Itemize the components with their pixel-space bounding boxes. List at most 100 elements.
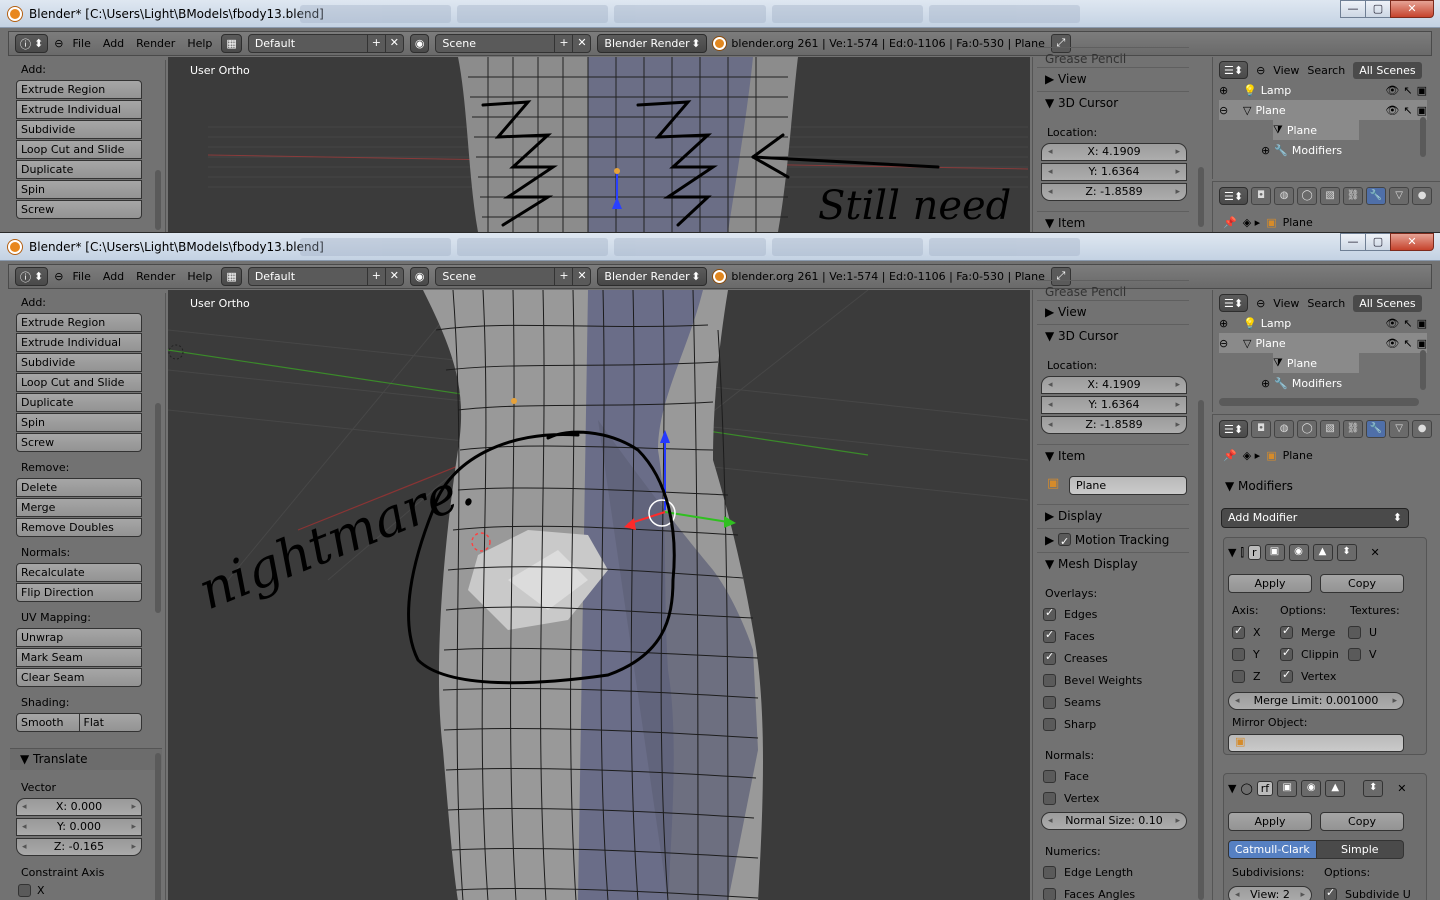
- option-clipping-row[interactable]: Clippin: [1280, 646, 1339, 661]
- properties-scrollbar[interactable]: [1198, 400, 1204, 900]
- delete-scene-icon[interactable]: ✕: [572, 35, 590, 52]
- mirror-object-field[interactable]: ▣: [1228, 734, 1404, 752]
- mirror-apply-button[interactable]: Apply: [1228, 574, 1312, 593]
- scene-icon[interactable]: ◉: [409, 34, 430, 53]
- cursor-z-field[interactable]: Z: -1.8589: [1041, 416, 1187, 434]
- numeric-face-angles-checkbox[interactable]: [1043, 888, 1056, 900]
- close-button[interactable]: ✕: [1390, 233, 1434, 251]
- extrude-region-button[interactable]: Extrude Region: [16, 80, 142, 99]
- overlay-bevel-weights-row[interactable]: Bevel Weights: [1043, 674, 1142, 687]
- constraint-x-checkbox[interactable]: [18, 884, 31, 897]
- axis-y-row[interactable]: Y: [1232, 648, 1260, 661]
- outliner-scope-select[interactable]: All Scenes: [1353, 61, 1422, 79]
- 3d-viewport[interactable]: User Ortho: [168, 57, 1030, 232]
- texture-v-row[interactable]: V: [1348, 648, 1377, 661]
- tab-object-icon[interactable]: ▧: [1320, 420, 1341, 438]
- render-engine-select[interactable]: Blender Render ⬍: [597, 267, 708, 286]
- overlay-creases-checkbox[interactable]: [1043, 650, 1056, 665]
- tool-shelf-scrollbar[interactable]: [155, 170, 161, 230]
- overlay-seams-checkbox[interactable]: [1043, 696, 1056, 709]
- panel-3d-cursor[interactable]: ▼ 3D Cursor: [1037, 324, 1189, 346]
- cursor-x-field[interactable]: X: 4.1909: [1041, 376, 1187, 394]
- add-scene-icon[interactable]: +: [554, 268, 572, 285]
- tab-scene-icon[interactable]: ◍: [1274, 187, 1295, 205]
- outliner-row-plane-mesh[interactable]: ⧩ Plane: [1273, 353, 1359, 373]
- move-up-down-icon[interactable]: ⬍: [1336, 544, 1357, 561]
- panel-view[interactable]: ▶ View: [1037, 67, 1189, 89]
- subdivide-uv-checkbox[interactable]: [1324, 886, 1337, 900]
- panel-view[interactable]: ▶ View: [1037, 300, 1189, 322]
- visibility-eye-icon[interactable]: 👁: [1385, 337, 1399, 350]
- mark-seam-button[interactable]: Mark Seam: [16, 648, 142, 667]
- maximize-button[interactable]: ▢: [1365, 0, 1391, 18]
- editor-type-selector[interactable]: ⓘ ⬍: [15, 34, 49, 53]
- option-clipping-checkbox[interactable]: [1280, 646, 1293, 661]
- outliner-collapse-icon[interactable]: ⊖: [1256, 297, 1265, 310]
- option-vertex-checkbox[interactable]: [1280, 668, 1293, 683]
- outliner-collapse-icon[interactable]: ⊖: [1256, 64, 1265, 77]
- overlay-bevel-weights-checkbox[interactable]: [1043, 674, 1056, 687]
- select-arrow-icon[interactable]: ↖: [1403, 337, 1412, 350]
- panel-grease-pencil[interactable]: Grease Pencil: [1037, 47, 1189, 69]
- select-arrow-icon[interactable]: ↖: [1403, 84, 1412, 97]
- screen-layout-field[interactable]: Default + ✕: [247, 267, 404, 286]
- move-up-down-icon[interactable]: ⬍: [1363, 780, 1384, 797]
- axis-y-checkbox[interactable]: [1232, 648, 1245, 661]
- menu-help[interactable]: Help: [184, 270, 215, 283]
- overlay-edges-checkbox[interactable]: [1043, 606, 1056, 621]
- delete-layout-icon[interactable]: ✕: [384, 35, 403, 52]
- collapse-menu-icon[interactable]: ⊖: [54, 37, 63, 50]
- normal-size-field[interactable]: Normal Size: 0.10: [1041, 812, 1187, 830]
- menu-add[interactable]: Add: [100, 37, 127, 50]
- visibility-eye-icon[interactable]: 👁: [1385, 104, 1399, 117]
- tab-material-icon[interactable]: ●: [1412, 420, 1433, 438]
- overlay-faces-checkbox[interactable]: [1043, 628, 1056, 643]
- outliner-menu-view[interactable]: View: [1273, 297, 1299, 310]
- tab-data-icon[interactable]: ▽: [1389, 420, 1410, 438]
- outliner-row-plane[interactable]: ⊖ ▽ Plane 👁 ↖ ▣: [1219, 333, 1427, 353]
- recalculate-button[interactable]: Recalculate: [16, 563, 142, 582]
- tab-modifiers-icon[interactable]: 🔧: [1366, 420, 1387, 438]
- minimize-button[interactable]: —: [1340, 0, 1366, 18]
- catmull-clark-toggle[interactable]: Catmull-Clark: [1228, 840, 1317, 859]
- menu-file[interactable]: File: [69, 270, 93, 283]
- tab-constraints-icon[interactable]: ⛓: [1343, 420, 1364, 438]
- loop-cut-button[interactable]: Loop Cut and Slide: [16, 140, 142, 159]
- select-arrow-icon[interactable]: ↖: [1403, 317, 1412, 330]
- outliner-row-modifiers[interactable]: ⊕ 🔧 Modifiers: [1261, 140, 1361, 160]
- loop-cut-button[interactable]: Loop Cut and Slide: [16, 373, 142, 392]
- screen-layout-field[interactable]: Default + ✕: [247, 34, 404, 53]
- panel-mesh-display[interactable]: ▼ Mesh Display: [1037, 552, 1189, 574]
- texture-v-checkbox[interactable]: [1348, 648, 1361, 661]
- outliner-hscrollbar[interactable]: [1219, 398, 1419, 406]
- axis-x-checkbox[interactable]: [1232, 624, 1245, 639]
- duplicate-button[interactable]: Duplicate: [16, 393, 142, 412]
- axis-x-row[interactable]: X: [1232, 624, 1261, 639]
- cursor-y-field[interactable]: Y: 1.6364: [1041, 396, 1187, 414]
- properties-scrollbar[interactable]: [1198, 167, 1204, 227]
- panel-item[interactable]: ▼ Item: [1037, 211, 1189, 232]
- extrude-region-button[interactable]: Extrude Region: [16, 313, 142, 332]
- outliner-row-modifiers[interactable]: ⊕ 🔧 Modifiers: [1261, 373, 1361, 393]
- subsurf-view-levels-field[interactable]: View: 2: [1228, 886, 1312, 900]
- overlay-sharp-row[interactable]: Sharp: [1043, 718, 1096, 731]
- maximize-button[interactable]: ▢: [1365, 233, 1391, 251]
- normal-face-row[interactable]: Face: [1043, 770, 1089, 783]
- screen-layout-icon[interactable]: ▦: [221, 267, 242, 286]
- subdivide-button[interactable]: Subdivide: [16, 353, 142, 372]
- mirror-name-field[interactable]: r: [1248, 545, 1261, 560]
- scene-icon[interactable]: ◉: [409, 267, 430, 286]
- delete-button[interactable]: Delete: [16, 478, 142, 497]
- operator-panel-translate[interactable]: ▼ Translate: [10, 748, 162, 770]
- outliner-menu-search[interactable]: Search: [1307, 297, 1345, 310]
- smooth-button[interactable]: Smooth: [16, 713, 80, 732]
- render-camera-icon[interactable]: ▣: [1417, 317, 1427, 330]
- delete-layout-icon[interactable]: ✕: [384, 268, 403, 285]
- option-vertex-row[interactable]: Vertex: [1280, 668, 1336, 683]
- tab-world-icon[interactable]: ◯: [1297, 187, 1318, 205]
- overlay-creases-row[interactable]: Creases: [1043, 650, 1108, 665]
- normal-vertex-row[interactable]: Vertex: [1043, 792, 1099, 805]
- visibility-eye-icon[interactable]: 👁: [1385, 317, 1399, 330]
- pin-icon[interactable]: 📌: [1223, 216, 1237, 229]
- minimize-button[interactable]: —: [1340, 233, 1366, 251]
